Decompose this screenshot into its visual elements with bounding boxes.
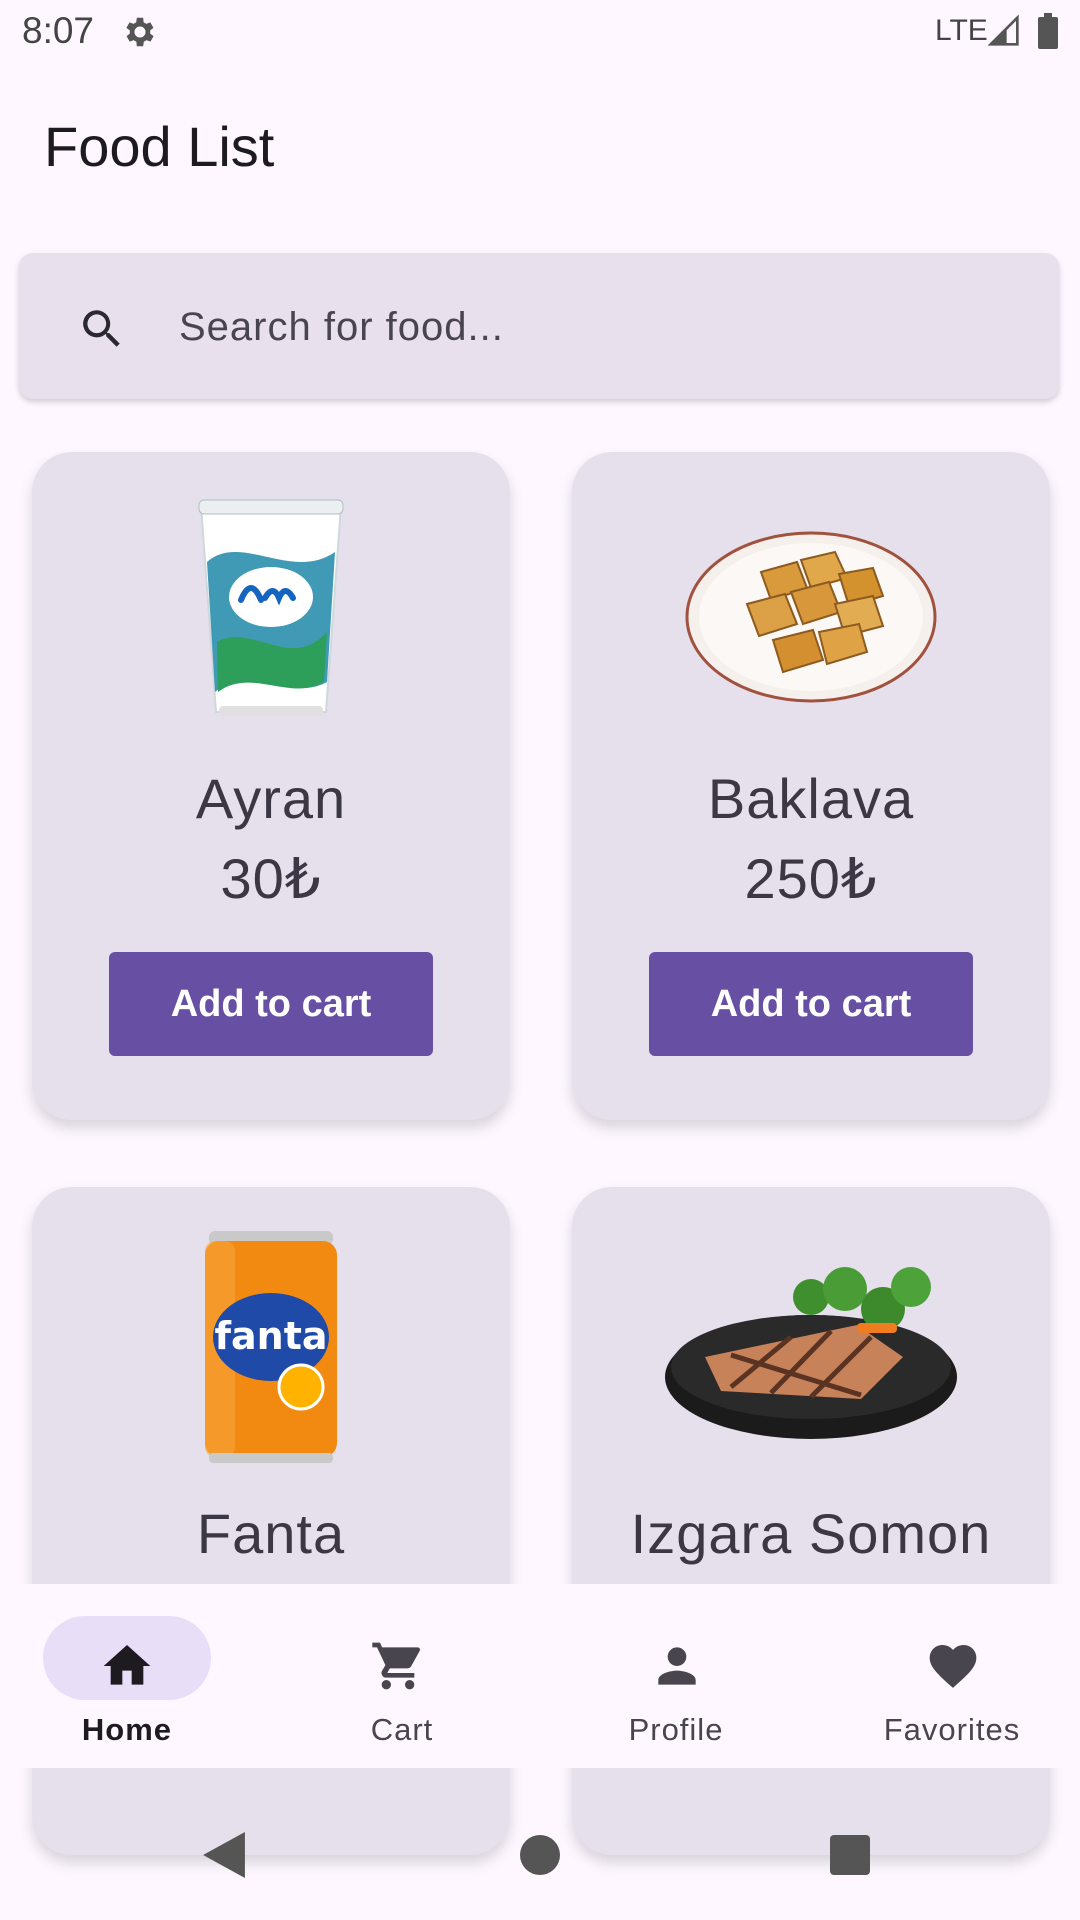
cart-icon [372,1642,421,1690]
person-icon [658,1647,696,1685]
food-name: Baklava [707,767,915,830]
back-icon[interactable] [203,1832,245,1878]
food-name: Izgara Somon [630,1502,992,1565]
status-time: 8:07 [22,10,95,51]
fanta-can-image: fanta [205,1231,337,1463]
home-circle-icon[interactable] [520,1835,560,1875]
battery-icon [1038,13,1058,49]
nav-label-cart: Cart [370,1712,434,1747]
nav-item-profile[interactable]: Profile [540,1584,810,1768]
baklava-plate-image [685,531,937,703]
nav-label-home: Home [81,1712,173,1747]
home-icon [103,1645,151,1685]
svg-text:fanta: fanta [214,1314,327,1358]
nav-item-home[interactable]: Home [0,1584,270,1768]
signal-icon [988,14,1019,46]
recents-icon[interactable] [830,1835,870,1875]
status-bar: 8:07 LTE [0,0,1080,64]
food-card-ayran[interactable]: Ayran 30₺ Add to cart [32,452,510,1120]
search-input[interactable] [179,299,1019,355]
nav-label-favorites: Favorites [883,1712,1021,1747]
add-to-cart-button[interactable]: Add to cart [649,952,973,1056]
page-title: Food List [44,115,275,178]
search-icon [83,310,120,347]
food-price: 250₺ [744,847,878,910]
grilled-salmon-image [665,1267,957,1439]
nav-item-favorites[interactable]: Favorites [810,1584,1080,1768]
food-price: 30₺ [220,847,322,910]
gear-icon [126,17,154,47]
food-card-baklava[interactable]: Baklava 250₺ Add to cart [572,452,1050,1120]
heart-icon [929,1645,977,1688]
system-navigation-bar [0,1768,1080,1920]
nav-item-cart[interactable]: Cart [270,1584,540,1768]
food-name: Ayran [195,767,347,830]
bottom-navigation: Home Cart Profile Favorites [0,1584,1080,1768]
search-bar[interactable] [19,253,1059,399]
add-to-cart-button[interactable]: Add to cart [109,952,433,1056]
ayran-cup-image [198,499,344,716]
food-name: Fanta [196,1502,346,1565]
nav-label-profile: Profile [628,1712,724,1747]
network-type: LTE [935,14,988,47]
